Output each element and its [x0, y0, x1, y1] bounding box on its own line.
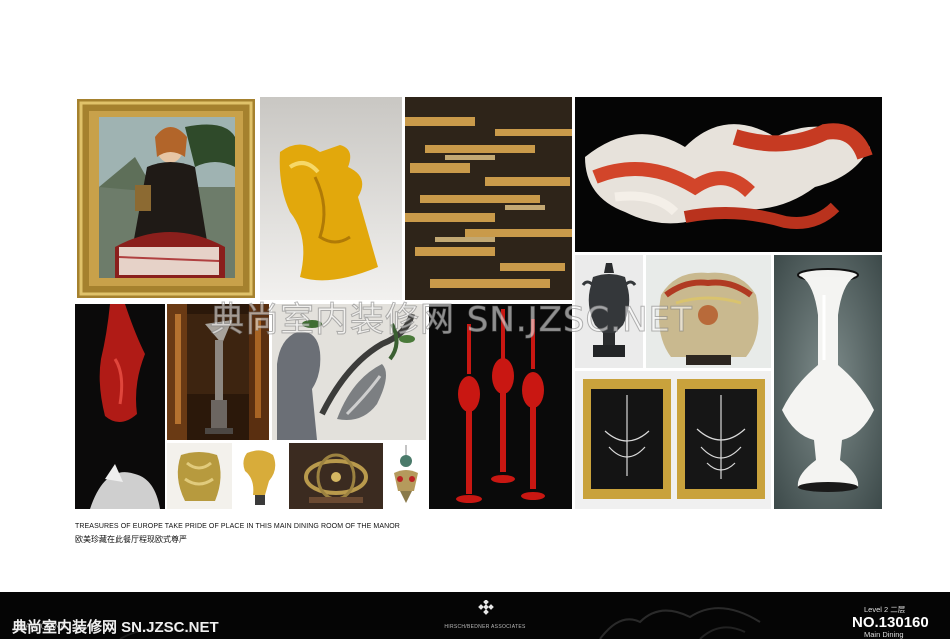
- red-draped-fabric: [75, 304, 165, 509]
- brass-armillary: [289, 443, 383, 509]
- caption-chinese: 欧美珍藏在此餐厅程现欧式尊严: [75, 535, 187, 544]
- amber-glass-vase: [167, 443, 232, 509]
- amber-glass-sculpture: [260, 97, 402, 300]
- room-label: Main Dining: [864, 630, 904, 639]
- footer-bar: XI'AN, CHINA 典尚室内装修网 SN.JZSC.NET HIRSCH/…: [0, 592, 950, 639]
- glass-torso: [235, 443, 286, 509]
- white-glass-vase: [774, 255, 882, 509]
- red-white-ribbon-sculpture: [575, 97, 882, 252]
- framed-chandelier-artworks: [575, 371, 771, 509]
- site-watermark: 典尚室内装修网 SN.JZSC.NET: [210, 300, 693, 341]
- renaissance-portrait-painting: [75, 97, 257, 300]
- fragmented-gold-artwork: [405, 97, 572, 300]
- firm-logo-icon: [478, 599, 494, 623]
- caption-english: TREASURES OF EUROPE TAKE PRIDE OF PLACE …: [75, 523, 400, 530]
- drawing-number: NO.130160: [852, 614, 929, 631]
- site-watermark-footer: 典尚室内装修网 SN.JZSC.NET: [12, 619, 219, 636]
- jeweled-pendant: [386, 443, 426, 509]
- firm-name: HIRSCH/BEDNER ASSOCIATES: [444, 624, 526, 630]
